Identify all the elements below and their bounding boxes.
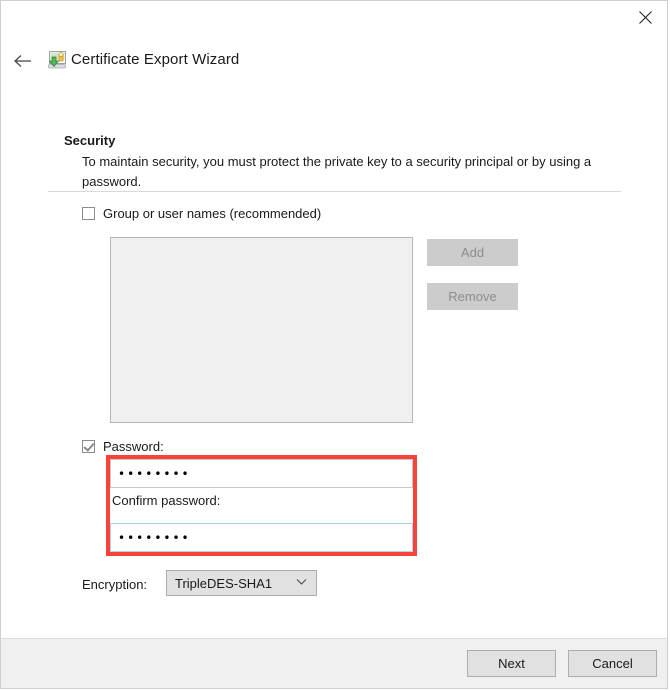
certificate-export-icon — [45, 48, 69, 72]
encryption-dropdown[interactable]: TripleDES-SHA1 — [166, 570, 317, 596]
close-glyph — [638, 10, 652, 24]
password-label: Password: — [103, 439, 164, 454]
cancel-button[interactable]: Cancel — [568, 650, 657, 677]
certificate-export-glyph — [48, 51, 66, 69]
group-or-user-names-checkbox[interactable] — [82, 207, 95, 220]
group-or-user-names-checkbox-row[interactable]: Group or user names (recommended) — [82, 206, 321, 221]
window-title: Certificate Export Wizard — [71, 51, 240, 68]
chevron-down-icon — [296, 578, 307, 589]
password-input[interactable]: •••••••• — [110, 459, 413, 488]
add-button[interactable]: Add — [427, 239, 518, 266]
confirm-password-label: Confirm password: — [112, 493, 221, 508]
certificate-export-wizard-window: Certificate Export Wizard Security To ma… — [0, 0, 668, 689]
password-fields-group: •••••••• Confirm password: •••••••• — [110, 459, 413, 552]
password-checkbox-row[interactable]: Password: — [82, 439, 164, 454]
footer-bar: Next Cancel — [1, 638, 667, 688]
encryption-label: Encryption: — [82, 577, 148, 592]
confirm-password-input[interactable]: •••••••• — [110, 523, 413, 552]
title-bar: Certificate Export Wizard — [1, 1, 667, 89]
header-divider — [48, 191, 621, 192]
wizard-content: Security To maintain security, you must … — [1, 89, 667, 681]
group-user-list[interactable] — [110, 237, 413, 423]
next-button[interactable]: Next — [467, 650, 556, 677]
confirm-password-input-value: •••••••• — [118, 530, 191, 545]
back-arrow-icon[interactable] — [10, 48, 36, 74]
remove-button[interactable]: Remove — [427, 283, 518, 310]
encryption-selected-value: TripleDES-SHA1 — [175, 575, 273, 591]
chevron-down-glyph — [296, 579, 307, 585]
password-input-value: •••••••• — [118, 466, 191, 481]
page-description: To maintain security, you must protect t… — [82, 154, 592, 189]
back-arrow-glyph — [14, 55, 31, 67]
group-or-user-names-label: Group or user names (recommended) — [103, 206, 322, 221]
close-icon[interactable] — [622, 2, 667, 32]
password-checkbox[interactable] — [82, 440, 95, 453]
page-title: Security — [64, 133, 116, 148]
